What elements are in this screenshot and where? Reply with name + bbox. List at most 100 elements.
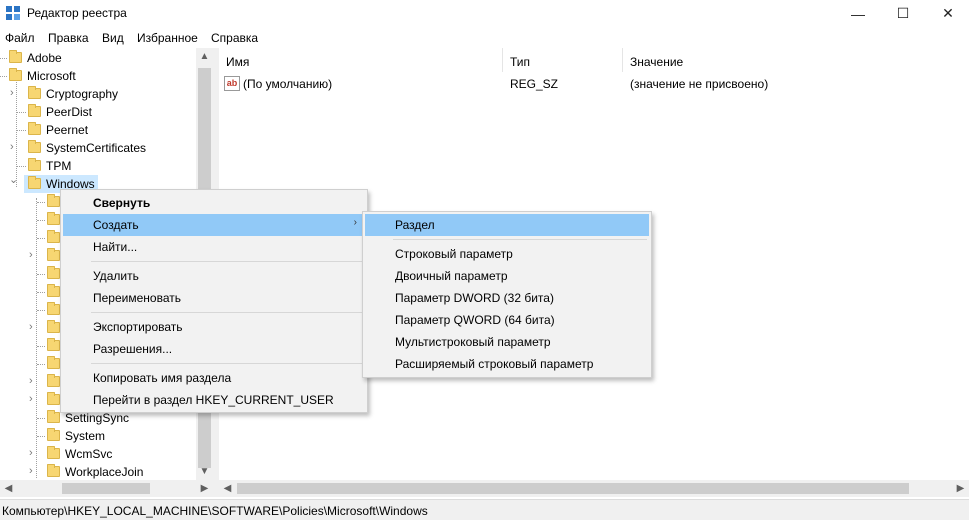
collapse-chevron-icon[interactable]: ⌄ — [9, 173, 18, 186]
menu-help[interactable]: Справка — [211, 31, 258, 45]
column-header-name[interactable]: Имя — [219, 48, 503, 72]
tree-item-tpm[interactable]: TPM — [0, 157, 196, 175]
folder-icon — [47, 428, 60, 441]
menu-item-copy-key-name[interactable]: Копировать имя раздела — [63, 367, 365, 389]
menu-item-new-binary[interactable]: Двоичный параметр — [365, 265, 649, 287]
tree-guide — [0, 76, 7, 77]
close-button[interactable]: ✕ — [925, 0, 969, 27]
tree-item-label: TPM — [46, 159, 72, 173]
tree-guide — [37, 292, 45, 293]
menu-item-find[interactable]: Найти... — [63, 236, 365, 258]
tree-item-label: Cryptography — [46, 87, 119, 101]
folder-icon — [47, 266, 60, 279]
menu-view[interactable]: Вид — [102, 31, 124, 45]
menu-item-delete[interactable]: Удалить — [63, 265, 365, 287]
tree-item-label: WorkplaceJoin — [65, 465, 144, 479]
tree-horizontal-scrollbar[interactable]: ◀ ▶ — [0, 480, 213, 497]
menu-item-new-key[interactable]: Раздел — [365, 214, 649, 236]
folder-icon — [47, 212, 60, 225]
tree-item-system[interactable]: System — [0, 427, 196, 445]
menu-item-new-dword[interactable]: Параметр DWORD (32 бита) — [365, 287, 649, 309]
expand-chevron-icon[interactable]: › — [29, 249, 33, 261]
submenu-arrow-icon: › — [353, 217, 357, 228]
column-header-value[interactable]: Значение — [623, 48, 969, 72]
tree-item-microsoft[interactable]: Microsoft — [0, 67, 196, 85]
expand-chevron-icon[interactable]: › — [29, 321, 33, 333]
list-item[interactable]: ab (По умолчанию) REG_SZ (значение не пр… — [219, 75, 969, 93]
tree-item-adobe[interactable]: Adobe — [0, 49, 196, 67]
tree-item-systemcertificates[interactable]: › SystemCertificates — [0, 139, 196, 157]
menu-item-new-expandable-string[interactable]: Расширяемый строковый параметр — [365, 353, 649, 375]
tree-item-peerdist[interactable]: PeerDist — [0, 103, 196, 121]
folder-icon — [47, 194, 60, 207]
tree-guide — [37, 202, 45, 203]
scroll-left-arrow-icon[interactable]: ◀ — [219, 480, 236, 497]
folder-icon — [47, 338, 60, 351]
folder-icon — [47, 446, 60, 459]
value-type: REG_SZ — [510, 77, 559, 91]
folder-icon — [47, 284, 60, 297]
tree-item-wcmsvc[interactable]: › WcmSvc — [0, 445, 196, 463]
menu-favorites[interactable]: Избранное — [137, 31, 198, 45]
expand-chevron-icon[interactable]: › — [10, 87, 14, 99]
tree-item-label: Adobe — [27, 51, 62, 65]
folder-icon — [28, 86, 41, 99]
expand-chevron-icon[interactable]: › — [10, 141, 14, 153]
tree-guide — [17, 130, 26, 131]
folder-icon — [9, 68, 22, 81]
tree-item-label: Microsoft — [27, 69, 76, 83]
maximize-button[interactable]: ☐ — [880, 0, 926, 27]
scroll-down-arrow-icon[interactable]: ▼ — [196, 463, 213, 480]
menu-item-permissions[interactable]: Разрешения... — [63, 338, 365, 360]
scroll-left-arrow-icon[interactable]: ◀ — [0, 480, 17, 497]
tree-guide — [37, 274, 45, 275]
title-bar: Редактор реестра — ☐ ✕ — [0, 0, 969, 27]
tree-item-label: Peernet — [46, 123, 89, 137]
expand-chevron-icon[interactable]: › — [29, 447, 33, 459]
menu-item-rename[interactable]: Переименовать — [63, 287, 365, 309]
menu-separator — [91, 312, 363, 313]
menu-item-collapse[interactable]: Свернуть — [63, 192, 365, 214]
string-value-icon: ab — [224, 76, 240, 91]
value-data: (значение не присвоено) — [630, 77, 769, 91]
menu-separator — [91, 261, 363, 262]
tree-item-peernet[interactable]: Peernet — [0, 121, 196, 139]
column-header-type[interactable]: Тип — [503, 48, 623, 72]
folder-icon — [28, 104, 41, 117]
folder-icon — [47, 302, 60, 315]
scroll-right-arrow-icon[interactable]: ▶ — [952, 480, 969, 497]
menu-item-label: Создать — [93, 218, 139, 232]
folder-icon — [47, 248, 60, 261]
menu-item-new-multistring[interactable]: Мультистроковый параметр — [365, 331, 649, 353]
menu-item-create[interactable]: Создать › — [63, 214, 365, 236]
tree-guide — [37, 418, 45, 419]
menu-edit[interactable]: Правка — [48, 31, 89, 45]
folder-icon — [47, 356, 60, 369]
create-submenu: Раздел Строковый параметр Двоичный парам… — [362, 211, 652, 378]
expand-chevron-icon[interactable]: › — [29, 393, 33, 405]
menu-file[interactable]: Файл — [5, 31, 35, 45]
folder-icon — [28, 158, 41, 171]
folder-icon — [47, 230, 60, 243]
scrollbar-thumb[interactable] — [237, 483, 909, 494]
folder-icon — [47, 410, 60, 423]
tree-item-workplacejoin[interactable]: › WorkplaceJoin — [0, 463, 196, 481]
expand-chevron-icon[interactable]: › — [29, 465, 33, 477]
expand-chevron-icon[interactable]: › — [29, 375, 33, 387]
folder-icon — [47, 320, 60, 333]
scroll-right-arrow-icon[interactable]: ▶ — [196, 480, 213, 497]
menu-item-goto-hkcu[interactable]: Перейти в раздел HKEY_CURRENT_USER — [63, 389, 365, 411]
tree-item-cryptography[interactable]: › Cryptography — [0, 85, 196, 103]
tree-guide — [17, 112, 26, 113]
menu-item-export[interactable]: Экспортировать — [63, 316, 365, 338]
menu-separator — [91, 363, 363, 364]
scrollbar-thumb[interactable] — [62, 483, 150, 494]
tree-guide — [37, 238, 45, 239]
menu-item-new-qword[interactable]: Параметр QWORD (64 бита) — [365, 309, 649, 331]
scroll-up-arrow-icon[interactable]: ▲ — [196, 48, 213, 65]
tree-guide — [37, 436, 45, 437]
list-horizontal-scrollbar[interactable]: ◀ ▶ — [219, 480, 969, 497]
menu-item-new-string[interactable]: Строковый параметр — [365, 243, 649, 265]
menu-bar: Файл Правка Вид Избранное Справка — [0, 28, 969, 48]
minimize-button[interactable]: — — [835, 0, 881, 27]
